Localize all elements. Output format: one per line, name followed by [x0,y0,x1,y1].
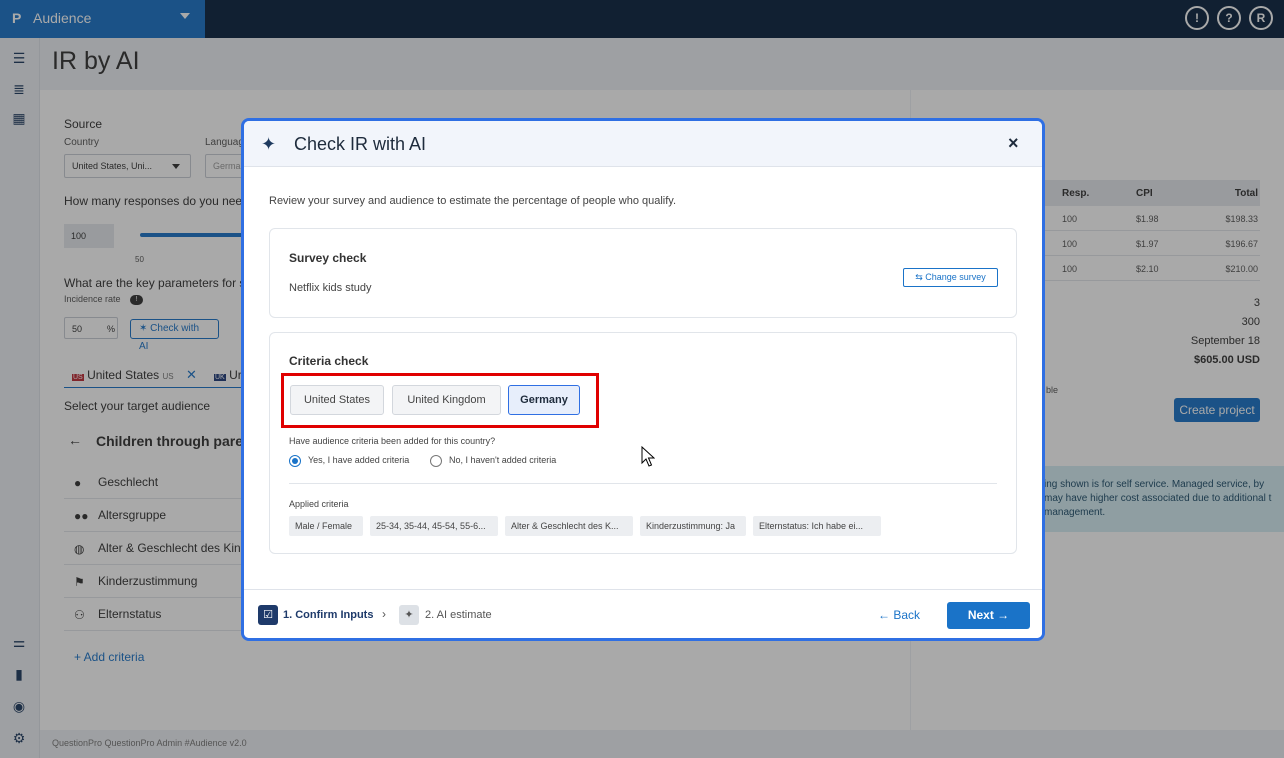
step-ai-estimate[interactable]: 2. AI estimate [425,609,492,621]
highlight-box [281,373,599,428]
criteria-chip: Alter & Geschlecht des K... [505,516,633,536]
survey-check-card: Survey check Netflix kids study ⇆ Change… [269,228,1017,318]
sparkle-icon: ✦ [399,605,419,625]
survey-name: Netflix kids study [289,282,372,294]
step-confirm-inputs[interactable]: 1. Confirm Inputs [283,609,373,621]
next-button[interactable]: Next → [947,602,1030,629]
modal-header: ✦ Check IR with AI × [244,121,1042,167]
check-ir-modal: ✦ Check IR with AI × Review your survey … [241,118,1045,641]
radio-yes[interactable] [289,455,301,467]
close-icon[interactable]: × [1008,133,1019,154]
radio-no-label: No, I haven't added criteria [449,455,557,465]
divider [289,483,997,484]
change-survey-button[interactable]: ⇆ Change survey [903,268,998,287]
criteria-check-card: Criteria check United States United King… [269,332,1017,554]
criteria-chip: Male / Female [289,516,363,536]
criteria-chip: Elternstatus: Ich habe ei... [753,516,881,536]
criteria-chip: Kinderzustimmung: Ja [640,516,746,536]
modal-footer: ☑ 1. Confirm Inputs › ✦ 2. AI estimate ←… [244,589,1042,638]
arrow-right-icon: → [993,608,1010,622]
modal-description: Review your survey and audience to estim… [269,195,677,207]
radio-yes-label: Yes, I have added criteria [308,455,410,465]
criteria-question: Have audience criteria been added for th… [289,436,496,446]
survey-check-title: Survey check [289,251,367,265]
back-button[interactable]: ← Back [878,608,920,622]
modal-title: Check IR with AI [294,134,427,154]
radio-no[interactable] [430,455,442,467]
swap-icon: ⇆ [915,272,926,282]
criteria-chip: 25-34, 35-44, 45-54, 55-6... [370,516,498,536]
mouse-cursor-icon [641,446,655,467]
sparkle-icon: ✦ [261,134,277,154]
criteria-check-title: Criteria check [289,354,369,368]
confirm-inputs-icon: ☑ [258,605,278,625]
arrow-left-icon: ← [878,608,894,622]
applied-criteria-label: Applied criteria [289,499,349,509]
chevron-right-icon: › [382,607,386,621]
